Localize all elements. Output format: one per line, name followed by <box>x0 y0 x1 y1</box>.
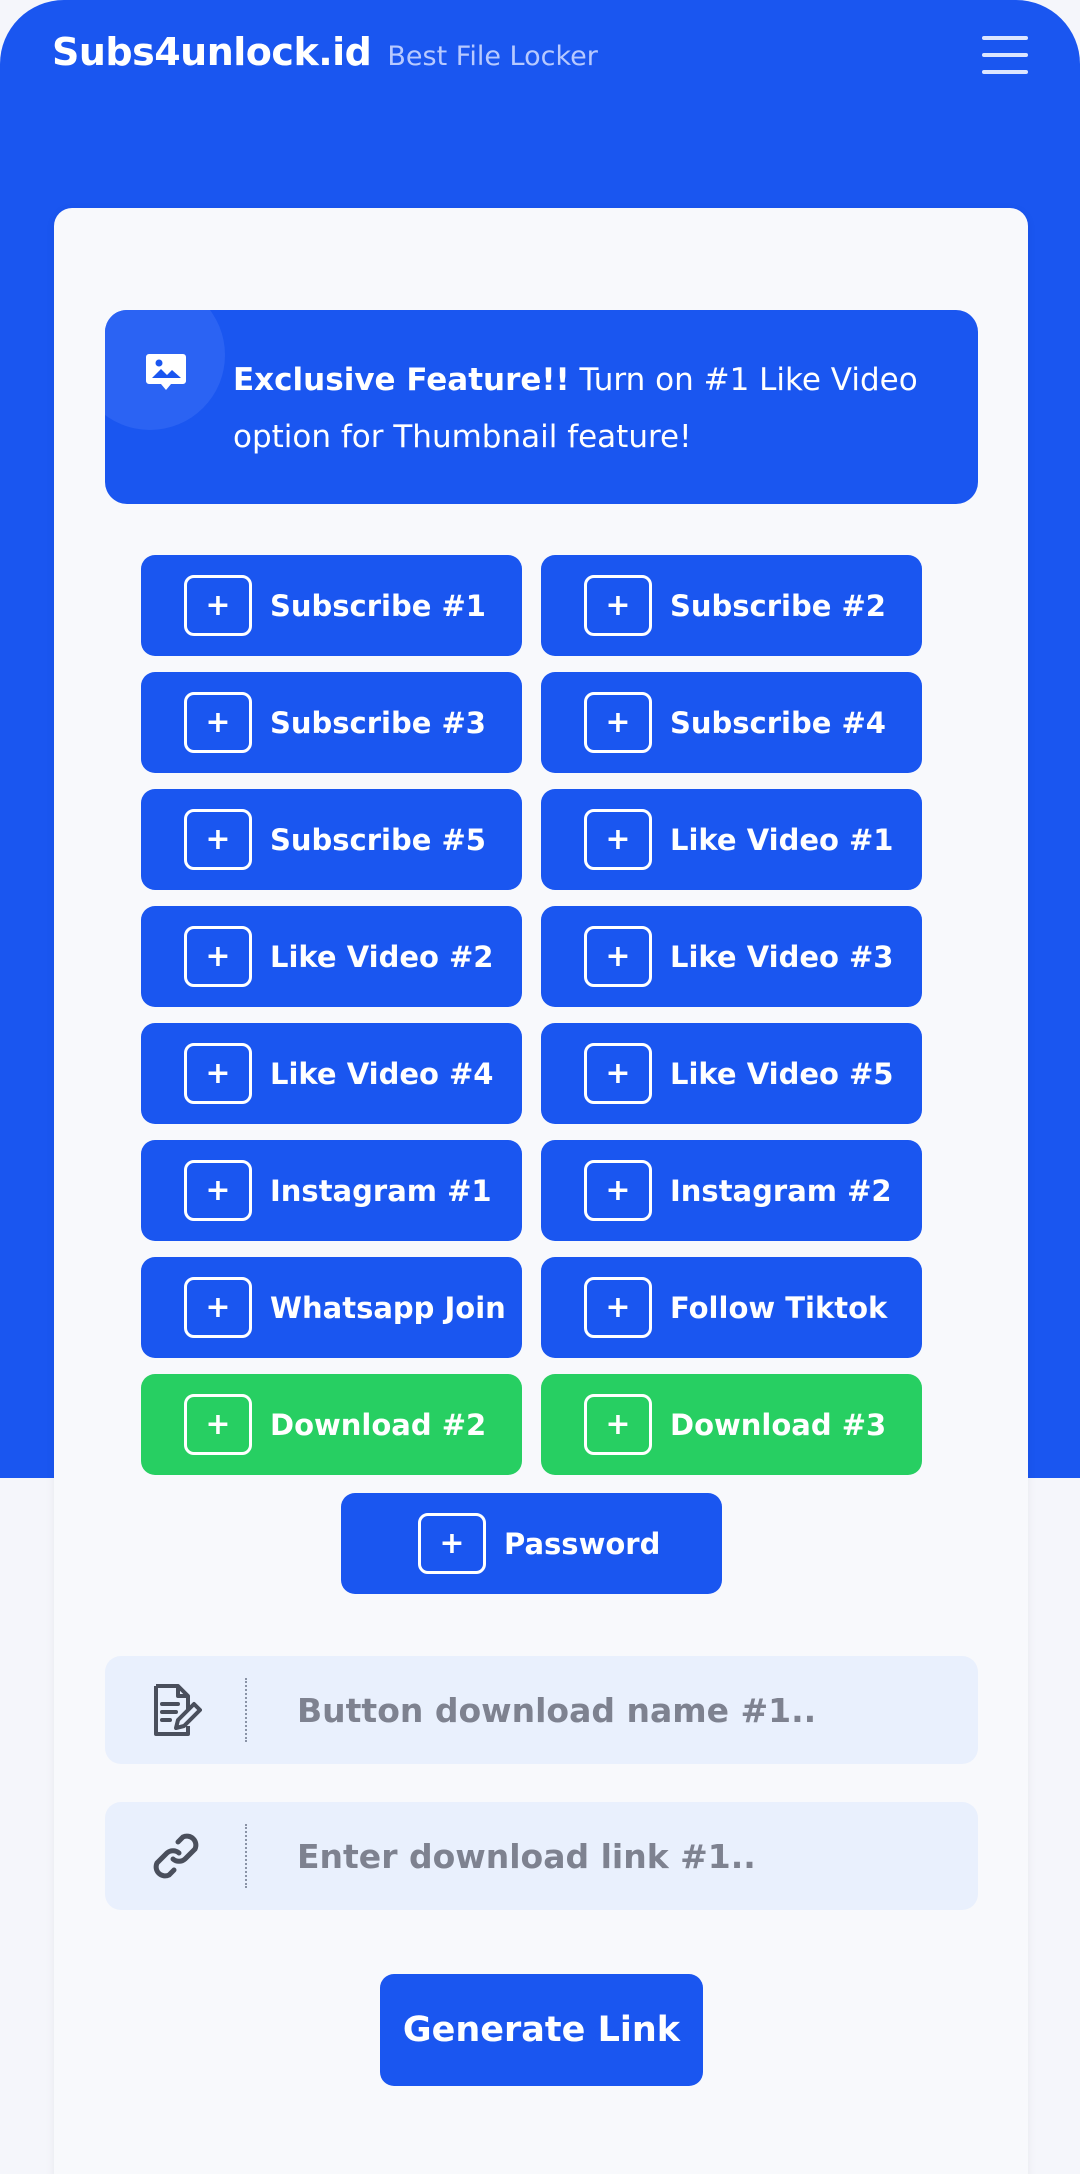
download-name-field <box>105 1656 978 1764</box>
plus-icon: + <box>184 926 252 987</box>
download-3-button[interactable]: + Download #3 <box>541 1374 922 1475</box>
like-video-1-button[interactable]: + Like Video #1 <box>541 789 922 890</box>
button-label: Download #3 <box>670 1407 887 1442</box>
subscribe-4-button[interactable]: + Subscribe #4 <box>541 672 922 773</box>
instagram-2-button[interactable]: + Instagram #2 <box>541 1140 922 1241</box>
download-name-input[interactable] <box>247 1656 978 1764</box>
feature-bold-text: Exclusive Feature!! <box>233 362 570 398</box>
image-icon <box>146 354 186 390</box>
plus-icon: + <box>418 1513 486 1574</box>
generate-link-button[interactable]: Generate Link <box>380 1974 703 2086</box>
button-label: Like Video #5 <box>670 1056 894 1091</box>
button-label: Subscribe #1 <box>270 588 486 623</box>
instagram-1-button[interactable]: + Instagram #1 <box>141 1140 522 1241</box>
button-label: Password <box>504 1526 661 1561</box>
feature-banner: Exclusive Feature!! Turn on #1 Like Vide… <box>105 310 978 504</box>
password-button[interactable]: + Password <box>341 1493 722 1594</box>
like-video-3-button[interactable]: + Like Video #3 <box>541 906 922 1007</box>
locker-button-grid: + Subscribe #1 + Subscribe #2 + Subscrib… <box>141 555 922 1475</box>
password-button-wrap: + Password <box>341 1493 722 1594</box>
plus-icon: + <box>184 1277 252 1338</box>
plus-icon: + <box>584 575 652 636</box>
subscribe-2-button[interactable]: + Subscribe #2 <box>541 555 922 656</box>
button-label: Follow Tiktok <box>670 1290 888 1325</box>
plus-icon: + <box>184 1160 252 1221</box>
button-label: Like Video #4 <box>270 1056 494 1091</box>
plus-icon: + <box>584 692 652 753</box>
button-label: Like Video #1 <box>670 822 894 857</box>
main-card: Exclusive Feature!! Turn on #1 Like Vide… <box>54 208 1028 2174</box>
plus-icon: + <box>184 1043 252 1104</box>
button-label: Instagram #2 <box>670 1173 892 1208</box>
plus-icon: + <box>584 1277 652 1338</box>
whatsapp-join-button[interactable]: + Whatsapp Join <box>141 1257 522 1358</box>
brand-tagline: Best File Locker <box>387 41 598 72</box>
plus-icon: + <box>584 1160 652 1221</box>
plus-icon: + <box>584 1394 652 1455</box>
button-label: Subscribe #2 <box>670 588 886 623</box>
subscribe-5-button[interactable]: + Subscribe #5 <box>141 789 522 890</box>
edit-document-icon <box>105 1656 247 1764</box>
button-label: Download #2 <box>270 1407 487 1442</box>
plus-icon: + <box>584 926 652 987</box>
plus-icon: + <box>184 809 252 870</box>
download-link-field <box>105 1802 978 1910</box>
button-label: Subscribe #5 <box>270 822 486 857</box>
subscribe-1-button[interactable]: + Subscribe #1 <box>141 555 522 656</box>
button-label: Instagram #1 <box>270 1173 492 1208</box>
like-video-2-button[interactable]: + Like Video #2 <box>141 906 522 1007</box>
download-2-button[interactable]: + Download #2 <box>141 1374 522 1475</box>
plus-icon: + <box>584 809 652 870</box>
follow-tiktok-button[interactable]: + Follow Tiktok <box>541 1257 922 1358</box>
hamburger-menu-icon[interactable] <box>982 36 1028 74</box>
plus-icon: + <box>184 575 252 636</box>
button-label: Whatsapp Join <box>270 1290 506 1325</box>
link-icon <box>105 1802 247 1910</box>
feature-text: Exclusive Feature!! Turn on #1 Like Vide… <box>233 352 933 466</box>
button-label: Like Video #3 <box>670 939 894 974</box>
like-video-5-button[interactable]: + Like Video #5 <box>541 1023 922 1124</box>
brand: Subs4unlock.id Best File Locker <box>52 30 598 74</box>
like-video-4-button[interactable]: + Like Video #4 <box>141 1023 522 1124</box>
button-label: Like Video #2 <box>270 939 494 974</box>
brand-name[interactable]: Subs4unlock.id <box>52 30 372 74</box>
button-label: Subscribe #3 <box>270 705 486 740</box>
button-label: Subscribe #4 <box>670 705 886 740</box>
download-link-input[interactable] <box>247 1802 978 1910</box>
subscribe-3-button[interactable]: + Subscribe #3 <box>141 672 522 773</box>
plus-icon: + <box>184 1394 252 1455</box>
plus-icon: + <box>584 1043 652 1104</box>
plus-icon: + <box>184 692 252 753</box>
